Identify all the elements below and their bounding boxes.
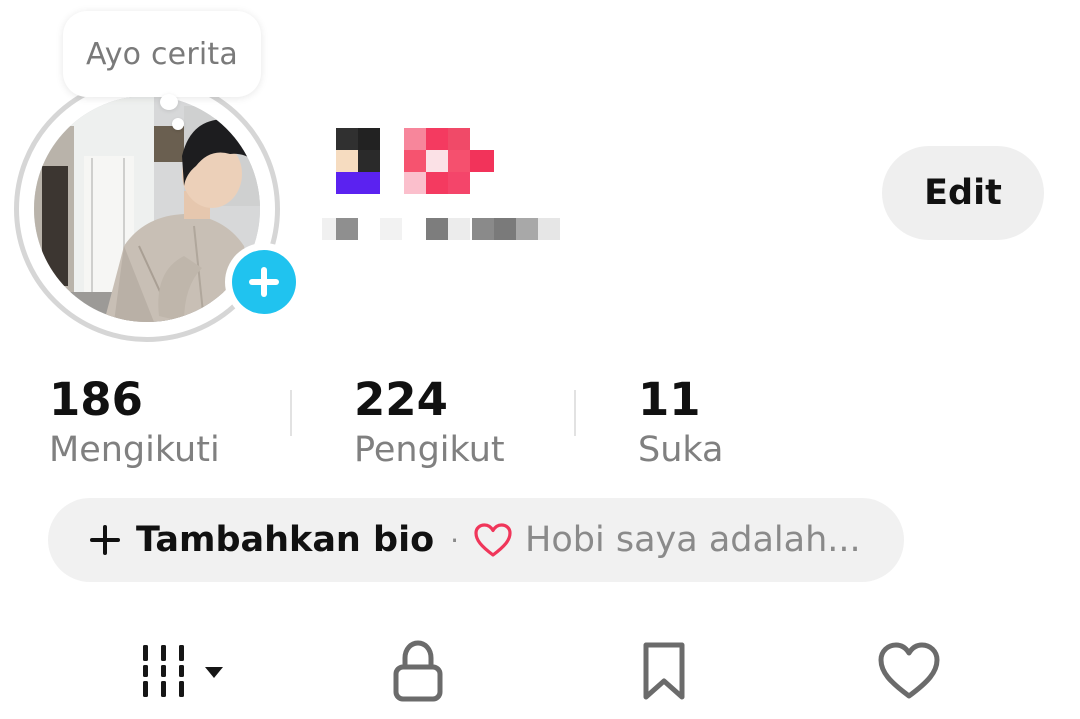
add-story-button[interactable] (225, 243, 303, 321)
followers-label: Pengikut (354, 430, 505, 470)
avatar[interactable] (14, 76, 303, 346)
username-redacted (322, 218, 564, 242)
tab-videos[interactable] (138, 636, 230, 706)
edit-profile-button[interactable]: Edit (882, 146, 1044, 240)
following-label: Mengikuti (49, 430, 220, 470)
bio-hint: Hobi saya adalah... (525, 520, 861, 560)
add-bio-button[interactable]: Tambahkan bio · Hobi saya adalah... (48, 498, 904, 582)
likes-count: 11 (638, 373, 701, 426)
likes-label: Suka (638, 430, 724, 470)
stat-followers[interactable]: 224 Pengikut (354, 372, 505, 474)
plus-icon (232, 250, 296, 314)
tab-private[interactable] (386, 636, 450, 706)
plus-icon (90, 525, 120, 555)
bookmark-icon (643, 642, 685, 700)
note-bubble[interactable]: Ayo cerita (63, 11, 261, 97)
tab-saved[interactable] (634, 636, 694, 706)
note-text: Ayo cerita (86, 36, 238, 72)
followers-count: 224 (354, 373, 448, 426)
caret-down-icon (205, 667, 223, 678)
display-name-redacted (336, 128, 496, 196)
add-bio-label: Tambahkan bio (136, 520, 435, 560)
stat-divider (290, 390, 292, 436)
tab-liked[interactable] (874, 636, 944, 706)
stat-divider (574, 390, 576, 436)
lock-icon (393, 640, 443, 702)
profile-page: Ayo cerita Edit 186 Mengikuti 224 Pengik… (0, 0, 1080, 719)
stat-following[interactable]: 186 Mengikuti (49, 372, 220, 474)
stat-likes[interactable]: 11 Suka (638, 372, 724, 474)
bio-separator: · (450, 523, 460, 557)
note-tail (160, 94, 178, 110)
note-tail-dot (172, 118, 184, 130)
heart-outline-icon (474, 523, 512, 557)
grid-icon (143, 645, 223, 697)
following-count: 186 (49, 373, 143, 426)
heart-icon (878, 642, 940, 699)
